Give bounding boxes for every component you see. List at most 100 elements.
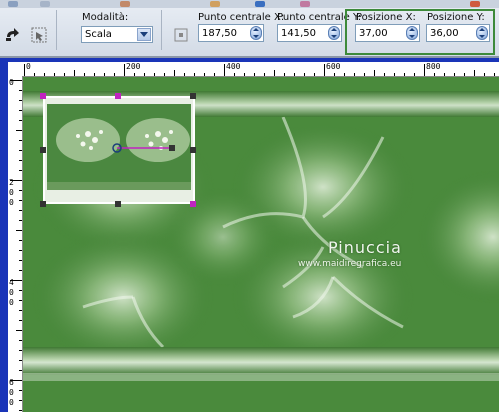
- ruler-tick: [19, 90, 22, 91]
- ruler-tick: [84, 73, 85, 76]
- center-y-value: 141,50: [281, 28, 316, 39]
- ruler-tick: [19, 410, 22, 411]
- ruler-label: 0: [9, 198, 14, 207]
- ruler-label: 600: [326, 62, 341, 71]
- mode-select[interactable]: Scala: [81, 26, 153, 43]
- ruler-label: 0: [9, 388, 14, 397]
- handle-top-left[interactable]: [40, 93, 46, 99]
- ruler-tick: [194, 73, 195, 76]
- ruler-tick: [16, 230, 22, 231]
- handle-top[interactable]: [115, 93, 121, 99]
- ruler-tick: [424, 64, 425, 76]
- ruler-tick: [174, 70, 175, 76]
- ruler-tick: [54, 73, 55, 76]
- ruler-tick: [19, 110, 22, 111]
- ruler-tick: [344, 73, 345, 76]
- position-y-label: Posizione Y:: [427, 12, 485, 23]
- ruler-tick: [464, 73, 465, 76]
- center-y-input[interactable]: 141,50: [277, 24, 342, 42]
- ruler-label: 0: [9, 298, 14, 307]
- top-strip: [0, 0, 499, 8]
- position-x-input[interactable]: 37,00: [355, 24, 420, 42]
- ruler-tick: [414, 73, 415, 76]
- pick-tool-icon[interactable]: [28, 24, 50, 46]
- ruler-tick: [19, 190, 22, 191]
- ruler-tick: [314, 73, 315, 76]
- ruler-tick: [24, 64, 25, 76]
- ruler-tick: [19, 270, 22, 271]
- ruler-tick: [34, 73, 35, 76]
- spinner-arrows-icon[interactable]: [250, 26, 262, 40]
- handle-bottom-left[interactable]: [40, 201, 46, 207]
- ruler-tick: [434, 73, 435, 76]
- ruler-horizontal[interactable]: 0 200 400 600 800: [22, 62, 499, 77]
- toolbar-separator: [56, 10, 57, 50]
- center-point-icon[interactable]: [170, 24, 192, 46]
- ruler-label: 0: [9, 188, 14, 197]
- watermark-url: www.maidiregrafica.eu: [298, 259, 402, 269]
- handle-bottom-right[interactable]: [190, 201, 196, 207]
- handle-left[interactable]: [40, 147, 46, 153]
- ruler-tick: [16, 330, 22, 331]
- ruler-label: 800: [426, 62, 441, 71]
- mode-label: Modalità:: [82, 12, 129, 23]
- strip-icon: [8, 1, 18, 7]
- ruler-label: 0: [9, 398, 14, 407]
- ruler-tick: [19, 120, 22, 121]
- ruler-tick: [74, 70, 75, 76]
- ruler-tick: [19, 240, 22, 241]
- ruler-tick: [494, 73, 495, 76]
- ruler-vertical[interactable]: 0200400600: [8, 76, 23, 412]
- ruler-tick: [19, 100, 22, 101]
- image-window-border-left: [0, 62, 8, 412]
- position-y-input[interactable]: 36,00: [426, 24, 490, 42]
- ruler-tick: [19, 260, 22, 261]
- center-x-label: Punto centrale X:: [198, 12, 285, 23]
- handle-top-right[interactable]: [190, 93, 196, 99]
- ruler-tick: [184, 73, 185, 76]
- ruler-tick: [144, 73, 145, 76]
- ruler-tick: [19, 220, 22, 221]
- ruler-tick: [334, 73, 335, 76]
- ruler-tick: [474, 70, 475, 76]
- ruler-tick: [454, 73, 455, 76]
- ruler-label: 0: [9, 288, 14, 297]
- ruler-tick: [16, 130, 22, 131]
- strip-icon: [300, 1, 310, 7]
- ruler-tick: [19, 140, 22, 141]
- ruler-tick: [214, 73, 215, 76]
- ruler-tick: [164, 73, 165, 76]
- ruler-tick: [274, 70, 275, 76]
- ruler-tick: [394, 73, 395, 76]
- ruler-tick: [44, 73, 45, 76]
- flip-arrows-icon[interactable]: [2, 24, 24, 46]
- handle-bottom[interactable]: [115, 201, 121, 207]
- ruler-tick: [19, 360, 22, 361]
- pick-tool-selection-box[interactable]: [43, 96, 195, 204]
- spinner-arrows-icon[interactable]: [476, 26, 488, 40]
- ruler-tick: [404, 73, 405, 76]
- ruler-tick: [204, 73, 205, 76]
- handle-right[interactable]: [190, 147, 196, 153]
- ruler-tick: [154, 73, 155, 76]
- strip-icon: [255, 1, 265, 7]
- ruler-tick: [19, 350, 22, 351]
- ruler-tick: [19, 340, 22, 341]
- chevron-down-icon[interactable]: [137, 28, 151, 41]
- tool-options-bar: Modalità: Scala Punto centrale X: 187,50…: [0, 0, 499, 57]
- spinner-arrows-icon[interactable]: [406, 26, 418, 40]
- ruler-tick: [244, 73, 245, 76]
- ruler-tick: [124, 64, 125, 76]
- ruler-tick: [374, 70, 375, 76]
- center-x-value: 187,50: [202, 28, 237, 39]
- position-y-value: 36,00: [430, 28, 459, 39]
- strip-icon: [120, 1, 130, 7]
- ruler-label: 0: [26, 62, 31, 71]
- center-x-input[interactable]: 187,50: [198, 24, 264, 42]
- ruler-label: 400: [226, 62, 241, 71]
- ruler-tick: [294, 73, 295, 76]
- ruler-tick: [264, 73, 265, 76]
- spinner-arrows-icon[interactable]: [328, 26, 340, 40]
- ruler-tick: [19, 210, 22, 211]
- ruler-tick: [19, 160, 22, 161]
